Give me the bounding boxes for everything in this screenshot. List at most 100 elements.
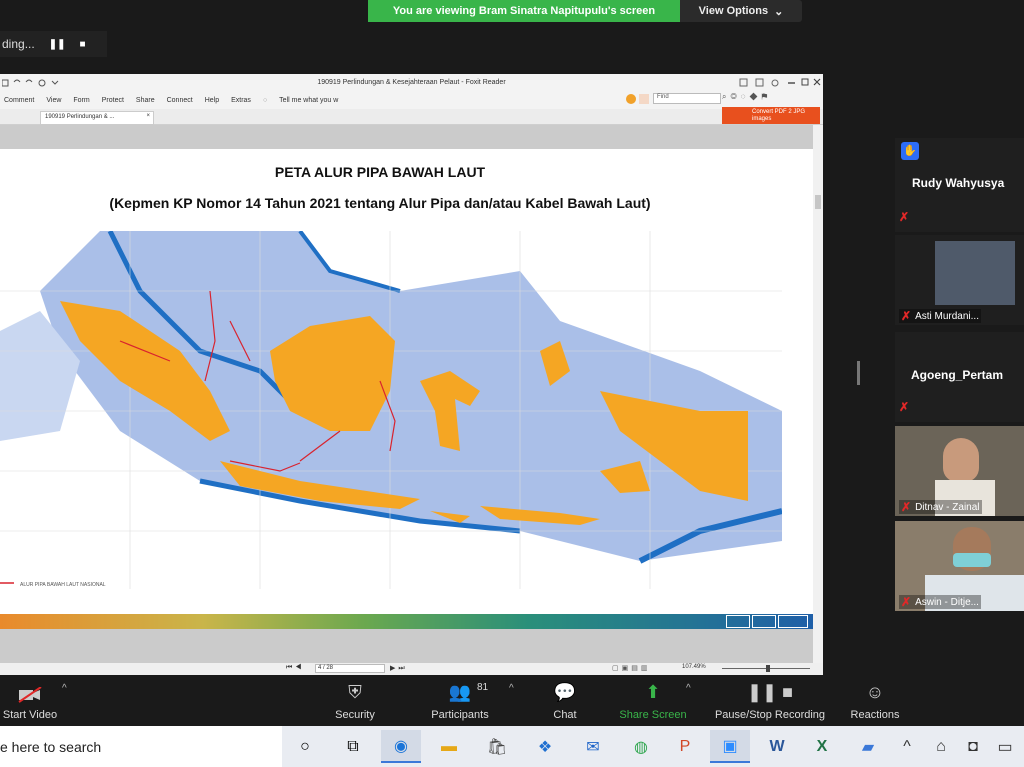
participant-tile[interactable]: ✗ Ditnav - Zainal [895,426,1024,516]
document-canvas: PETA ALUR PIPA BAWAH LAUT (Kepmen KP Nom… [0,125,823,663]
find-placeholder: Find [657,94,669,100]
vertical-scrollbar[interactable] [813,125,823,663]
share-screen-icon: ⬆ [645,682,661,702]
page-layout-icons[interactable]: ▢▣▤▥ [612,664,650,672]
page-number-input[interactable]: 4 / 28 [315,664,385,673]
muted-mic-icon: ✗ [901,500,912,514]
search-options-icons[interactable]: ⌕◎◌◆⚑ [722,92,818,104]
tell-me-input[interactable]: Tell me what you w [279,97,338,104]
cortana-icon[interactable]: ○ [285,730,325,763]
close-icon[interactable]: × [146,113,150,119]
convert-pdf-button[interactable]: Convert PDF 2 JPG images [722,107,820,124]
zoom-level: 107.49% [682,664,706,670]
footer-block-1 [726,615,750,628]
document-page: PETA ALUR PIPA BAWAH LAUT (Kepmen KP Nom… [0,149,813,629]
reactions-button[interactable]: ☺ Reactions [845,675,905,725]
share-screen-button[interactable]: ⬆ Share Screen [615,675,691,725]
chevron-up-icon[interactable]: ^ [509,683,514,694]
footer-block-2 [752,615,776,628]
powerpoint-icon[interactable]: P [665,730,705,763]
pause-recording-icon[interactable]: ❚❚ [49,39,66,50]
map-title: PETA ALUR PIPA BAWAH LAUT [274,164,486,180]
face-mask [953,553,991,567]
menu-comment[interactable]: Comment [4,97,34,104]
store-icon[interactable]: 🛍 [477,730,517,763]
reader-titlebar: 190919 Perlindungan & Kesejahteraan Pela… [0,74,823,92]
muted-mic-icon: ✗ [899,210,910,224]
viewing-message: You are viewing Bram Sinatra Napitupulu'… [368,0,680,22]
menu-extras[interactable]: Extras [231,97,251,104]
participants-label: Participants [431,709,489,721]
task-view-icon[interactable]: ⧉ [333,730,373,763]
panel-resize-handle[interactable] [857,361,860,385]
taskbar-search[interactable]: e here to search [0,726,282,767]
share-screen-label: Share Screen [619,709,687,721]
muted-mic-icon: ✗ [899,400,910,414]
chat-icon: 💬 [553,682,577,702]
page-nav-next-last[interactable]: ▶⏭ [390,664,408,673]
muted-mic-icon: ✗ [901,309,912,323]
participants-count: 81 [477,682,489,693]
participant-name: Agoeng_Pertam [911,368,1004,382]
menu-protect[interactable]: Protect [102,97,124,104]
zoom-icon[interactable]: ▣ [710,730,750,763]
participant-tile[interactable]: ✋ Rudy Wahyusya ✗ [895,138,1024,232]
dropbox-icon[interactable]: ❖ [525,730,565,763]
participant-name: Rudy Wahyusya [912,176,1005,190]
notes-icon[interactable]: ▰ [848,730,888,763]
meeting-toolbar: Start Video ^ ⛨ Security 👥 Participants … [0,675,1024,725]
window-controls[interactable] [738,77,822,89]
security-button[interactable]: ⛨ Security [325,675,385,725]
window-title: 190919 Perlindungan & Kesejahteraan Pela… [317,79,506,86]
convert-label: Convert PDF 2 JPG images [752,109,806,122]
menu-help[interactable]: Help [205,97,219,104]
map-legend: ALUR PIPA BAWAH LAUT NASIONAL [20,582,106,588]
menu-view[interactable]: View [46,97,61,104]
smile-icon[interactable] [626,94,636,104]
file-explorer-icon[interactable]: ▬ [429,730,469,763]
word-icon[interactable]: W [757,730,797,763]
edge-icon[interactable]: ◉ [381,730,421,763]
participant-tile[interactable]: ✗ Asti Murdani... [895,235,1024,325]
find-input[interactable]: Find [653,93,721,104]
chat-label: Chat [553,709,577,721]
chevron-up-icon[interactable]: ^ [686,683,691,694]
participant-face [943,438,979,482]
excel-icon[interactable]: X [802,730,842,763]
camera-icon[interactable]: ◘ [958,730,988,763]
chrome-icon[interactable]: ◍ [621,730,661,763]
lightbulb-icon: ○ [262,97,268,104]
map-subtitle: (Kepmen KP Nomor 14 Tahun 2021 tentang A… [109,195,651,211]
menu-form[interactable]: Form [73,97,89,104]
page-nav-first-prev[interactable]: ⏮◀ [286,664,305,672]
start-video-button[interactable]: Start Video [0,675,60,725]
mail-icon[interactable]: ✉ [573,730,613,763]
menu-share[interactable]: Share [136,97,155,104]
meet-icon[interactable]: ▭ [990,730,1020,763]
network-icon[interactable]: ⌂ [926,730,956,763]
chevron-down-icon: ⌄ [774,5,784,18]
video-off-icon [18,687,42,703]
participant-tile[interactable]: ✗ Aswin - Ditje... [895,521,1024,611]
footer-block-3 [778,615,808,628]
record-button[interactable]: ❚❚ ■ Pause/Stop Recording [705,675,835,725]
tab-document[interactable]: 190919 Perlindungan & ... × [40,111,154,125]
participant-label: ✗ Ditnav - Zainal [899,500,982,514]
chevron-up-icon[interactable]: ^ [892,730,922,763]
chat-button[interactable]: 💬 Chat [540,675,590,725]
stop-recording-icon[interactable]: ■ [79,39,85,50]
viewing-banner: You are viewing Bram Sinatra Napitupulu'… [368,0,802,22]
menu-connect[interactable]: Connect [167,97,193,104]
view-options-button[interactable]: View Options ⌄ [680,0,802,22]
participant-name: Aswin - Ditje... [915,596,979,608]
reactions-icon: ☺ [865,682,885,702]
reader-tabbar: 190919 Perlindungan & ... × [0,109,823,125]
zoom-slider-handle[interactable] [766,665,770,672]
pipeline-map: ALUR PIPA BAWAH LAUT NASIONAL [0,231,782,589]
shield-icon: ⛨ [348,682,362,702]
stamp-icon[interactable] [639,94,649,104]
participant-tile[interactable]: Agoeng_Pertam ✗ [895,332,1024,422]
participant-label: ✗ Aswin - Ditje... [899,595,981,609]
scrollbar-thumb[interactable] [815,195,821,209]
chevron-up-icon[interactable]: ^ [62,683,67,694]
